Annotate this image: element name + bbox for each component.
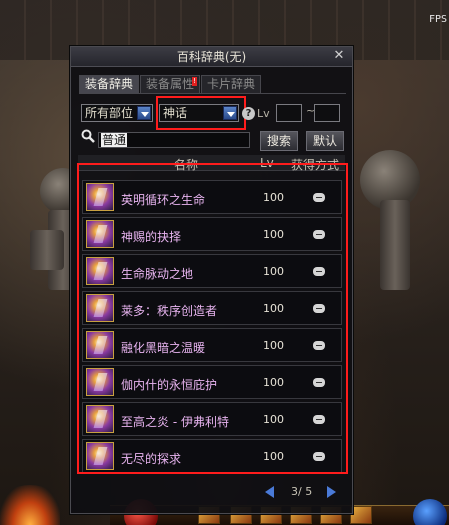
highlight-frame-rarity — [156, 96, 246, 130]
tab-label: 装备辞典 — [85, 77, 134, 91]
level-min-input[interactable] — [276, 104, 302, 122]
tab-equipment-attributes[interactable]: 装备属性 ! — [140, 75, 201, 93]
default-button[interactable]: 默认 — [306, 131, 344, 151]
mp-orb — [413, 499, 447, 525]
slot-select[interactable]: 所有部位 — [81, 104, 153, 122]
dialog-title: 百科辞典(无) — [176, 50, 247, 64]
tab-label: 卡片辞典 — [207, 77, 256, 91]
skill-slot[interactable] — [350, 506, 372, 524]
dialog-titlebar[interactable]: 百科辞典(无) ✕ — [71, 47, 352, 67]
chevron-down-icon[interactable] — [137, 106, 151, 120]
background-barrel — [30, 230, 64, 270]
page-indicator: 3/ 5 — [291, 485, 313, 498]
pager: 3/ 5 — [263, 485, 343, 499]
tab-divider — [79, 93, 346, 94]
notification-badge-icon: ! — [192, 77, 198, 86]
search-icon — [81, 129, 95, 143]
tab-label: 装备属性 — [146, 77, 195, 91]
tab-card-dictionary[interactable]: 卡片辞典 — [201, 75, 262, 93]
slot-select-value: 所有部位 — [85, 106, 134, 120]
next-page-icon[interactable] — [327, 486, 336, 498]
highlight-frame-list — [77, 163, 348, 474]
prev-page-icon[interactable] — [265, 486, 274, 498]
tab-equipment-dictionary[interactable]: 装备辞典 — [79, 75, 140, 93]
level-max-input[interactable] — [314, 104, 340, 122]
close-button[interactable]: ✕ — [332, 49, 346, 63]
level-label: Lv — [257, 107, 270, 120]
help-icon[interactable]: ? — [242, 107, 255, 120]
tab-bar: 装备辞典 装备属性 ! 卡片辞典 — [79, 75, 262, 93]
search-input-value: 普通 — [101, 133, 128, 147]
background-pillar-right — [380, 200, 410, 290]
search-input[interactable]: 普通 — [98, 132, 250, 148]
search-button[interactable]: 搜索 — [260, 131, 298, 151]
fps-counter: FPS — [428, 14, 447, 25]
background-fire — [0, 485, 60, 525]
